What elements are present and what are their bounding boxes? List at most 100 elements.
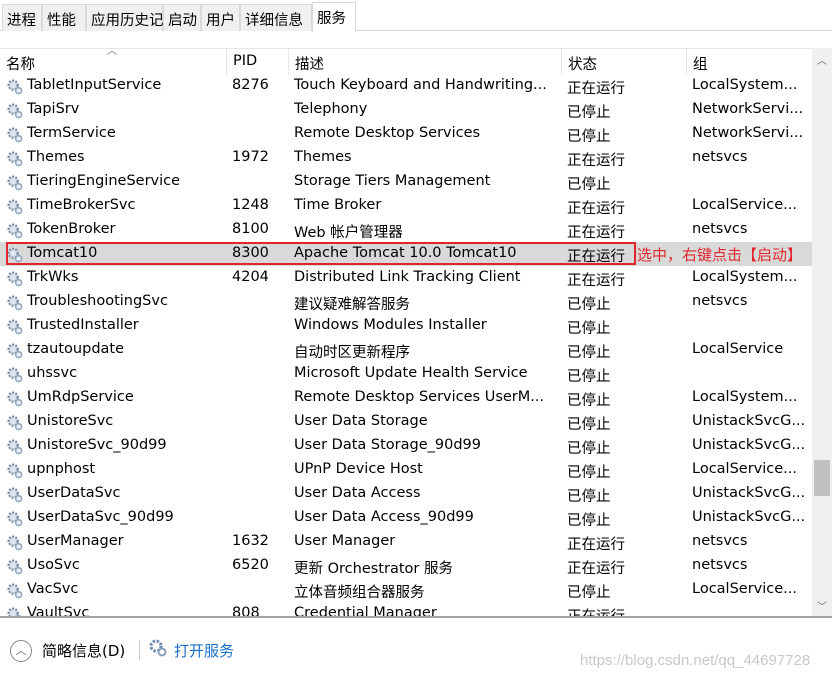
service-name: TokenBroker: [27, 221, 116, 237]
service-row[interactable]: VaultSvc 808 Credential Manager 正在运行: [0, 602, 812, 616]
service-row[interactable]: TapiSrv Telephony 已停止 NetworkServi...: [0, 98, 812, 122]
service-description: Storage Tiers Management: [294, 173, 491, 189]
service-status: 已停止: [567, 129, 611, 145]
tab-5[interactable]: 详细信息: [240, 4, 312, 31]
service-icon: [6, 582, 24, 600]
service-row[interactable]: TabletInputService 8276 Touch Keyboard a…: [0, 74, 812, 98]
service-name: TrustedInstaller: [27, 317, 139, 333]
service-description: User Data Storage_90d99: [294, 437, 481, 453]
tab-4[interactable]: 用户: [201, 4, 240, 31]
service-icon: [6, 606, 24, 616]
scroll-down-icon[interactable]: ﹀: [817, 598, 827, 613]
service-name: UserDataSvc_90d99: [27, 509, 174, 525]
service-row[interactable]: UserDataSvc User Data Access 已停止 Unistac…: [0, 482, 812, 506]
open-services-link[interactable]: 打开服务: [174, 640, 234, 661]
service-status: 正在运行: [567, 561, 625, 577]
service-name: UnistoreSvc_90d99: [27, 437, 167, 453]
service-name: TermService: [27, 125, 116, 141]
service-row[interactable]: UnistoreSvc User Data Storage 已停止 Unista…: [0, 410, 812, 434]
column-pid[interactable]: PID: [226, 49, 288, 75]
tab-bar: 进程 性能 应用历史记录 启动 用户 详细信息 服务: [0, 0, 832, 32]
service-description: 立体音频组合器服务: [294, 585, 425, 601]
highlight-box: [6, 242, 636, 265]
service-status: 正在运行: [567, 201, 625, 217]
service-description: UPnP Device Host: [294, 461, 423, 477]
service-status: 已停止: [567, 513, 611, 529]
service-group: netsvcs: [692, 221, 748, 237]
service-description: Windows Modules Installer: [294, 317, 487, 333]
service-row[interactable]: UmRdpService Remote Desktop Services Use…: [0, 386, 812, 410]
service-name: UnistoreSvc: [27, 413, 114, 429]
service-icon: [6, 78, 24, 96]
tab-1[interactable]: 性能: [42, 4, 86, 31]
service-status: 正在运行: [567, 81, 625, 97]
tab-3[interactable]: 启动: [163, 4, 201, 31]
service-status: 已停止: [567, 369, 611, 385]
service-status: 已停止: [567, 489, 611, 505]
column-status[interactable]: 状态: [561, 49, 686, 75]
service-row[interactable]: UsoSvc 6520 更新 Orchestrator 服务 正在运行 nets…: [0, 554, 812, 578]
service-row[interactable]: UserDataSvc_90d99 User Data Access_90d99…: [0, 506, 812, 530]
service-group: LocalSystem...: [692, 269, 798, 285]
column-description[interactable]: 描述: [288, 49, 561, 75]
service-description: Touch Keyboard and Handwriting...: [294, 77, 547, 93]
service-row[interactable]: Themes 1972 Themes 正在运行 netsvcs: [0, 146, 812, 170]
service-row[interactable]: upnphost UPnP Device Host 已停止 LocalServi…: [0, 458, 812, 482]
annotation-text: 选中，右键点击【启动】: [637, 246, 803, 264]
service-pid: 808: [232, 605, 260, 616]
service-row[interactable]: TrustedInstaller Windows Modules Install…: [0, 314, 812, 338]
scrollbar-thumb[interactable]: [814, 460, 830, 496]
service-row[interactable]: uhssvc Microsoft Update Health Service 已…: [0, 362, 812, 386]
service-description: Time Broker: [294, 197, 382, 213]
vertical-scrollbar[interactable]: ︿ ﹀: [812, 48, 832, 616]
services-list: TabletInputService 8276 Touch Keyboard a…: [0, 74, 812, 616]
service-row[interactable]: TroubleshootingSvc 建议疑难解答服务 已停止 netsvcs: [0, 290, 812, 314]
service-icon: [6, 222, 24, 240]
service-row[interactable]: UnistoreSvc_90d99 User Data Storage_90d9…: [0, 434, 812, 458]
service-status: 正在运行: [567, 225, 625, 241]
column-group[interactable]: 组: [686, 49, 812, 75]
service-row[interactable]: TokenBroker 8100 Web 帐户管理器 正在运行 netsvcs: [0, 218, 812, 242]
tab-2[interactable]: 应用历史记录: [86, 4, 178, 31]
service-row[interactable]: TieringEngineService Storage Tiers Manag…: [0, 170, 812, 194]
service-status: 已停止: [567, 345, 611, 361]
service-status: 已停止: [567, 417, 611, 433]
service-description: User Data Storage: [294, 413, 428, 429]
service-name: uhssvc: [27, 365, 78, 381]
service-row[interactable]: TimeBrokerSvc 1248 Time Broker 正在运行 Loca…: [0, 194, 812, 218]
service-icon: [6, 126, 24, 144]
divider: [139, 640, 140, 660]
service-row[interactable]: tzautoupdate 自动时区更新程序 已停止 LocalService: [0, 338, 812, 362]
service-row[interactable]: UserManager 1632 User Manager 正在运行 netsv…: [0, 530, 812, 554]
service-pid: 6520: [232, 557, 269, 573]
service-name: TrkWks: [27, 269, 79, 285]
service-group: NetworkServi...: [692, 101, 804, 117]
collapse-icon[interactable]: ︿: [10, 640, 32, 662]
service-icon: [6, 558, 24, 576]
footer: ︿ 简略信息(D) 打开服务 https://blog.csdn.net/qq_…: [0, 616, 832, 678]
service-description: User Data Access: [294, 485, 421, 501]
service-icon: [6, 414, 24, 432]
service-status: 正在运行: [567, 537, 625, 553]
service-name: TieringEngineService: [27, 173, 181, 189]
service-row[interactable]: TrkWks 4204 Distributed Link Tracking Cl…: [0, 266, 812, 290]
service-group: netsvcs: [692, 293, 748, 309]
column-name[interactable]: 名称: [0, 49, 226, 75]
tab-6[interactable]: 服务: [312, 2, 356, 32]
service-description: User Data Access_90d99: [294, 509, 474, 525]
service-group: NetworkServi...: [692, 125, 804, 141]
service-icon: [6, 462, 24, 480]
service-group: UnistackSvcG...: [692, 437, 806, 453]
scroll-up-icon[interactable]: ︿: [817, 52, 827, 67]
service-status: 已停止: [567, 393, 611, 409]
service-icon: [6, 270, 24, 288]
fewer-details-button[interactable]: 简略信息(D): [42, 640, 125, 661]
service-row[interactable]: TermService Remote Desktop Services 已停止 …: [0, 122, 812, 146]
service-status: 已停止: [567, 585, 611, 601]
service-name: VaultSvc: [27, 605, 90, 616]
service-description: 自动时区更新程序: [294, 345, 410, 361]
service-description: Telephony: [294, 101, 368, 117]
column-header: 名称 PID 描述 状态 组: [0, 48, 812, 75]
tab-0[interactable]: 进程: [2, 4, 42, 31]
service-row[interactable]: VacSvc 立体音频组合器服务 已停止 LocalService...: [0, 578, 812, 602]
